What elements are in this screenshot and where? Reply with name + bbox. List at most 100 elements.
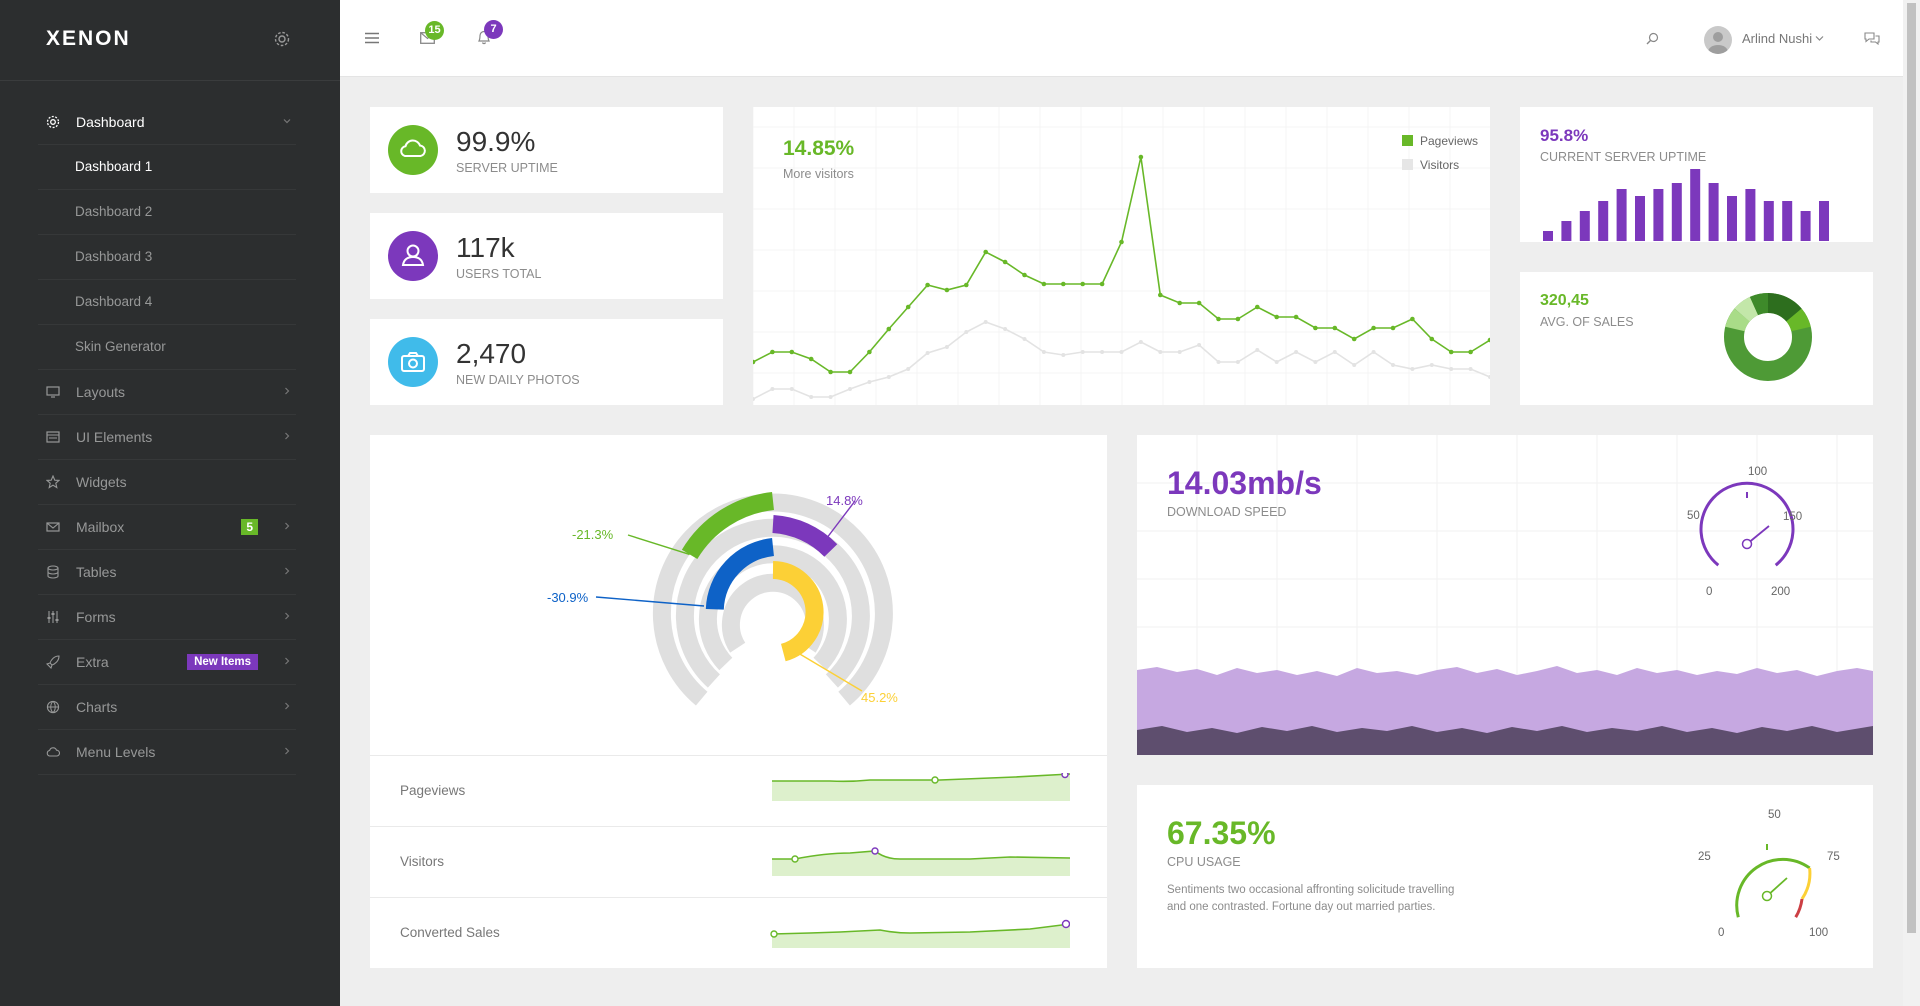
stat-card-daily-photos: 2,470 NEW DAILY PHOTOS [370, 319, 723, 405]
sidebar-item-charts[interactable]: Charts [38, 685, 296, 730]
stat-value: 2,470 [456, 338, 527, 369]
download-speed-card: 14.03mb/s DOWNLOAD SPEED 100 50 150 0 20… [1137, 435, 1873, 755]
cpu-usage-description: Sentiments two occasional affronting sol… [1167, 884, 1455, 913]
ui-elements-icon [46, 431, 60, 443]
visitors-percent: 14.85% [783, 137, 855, 160]
sales-donut-chart [1724, 292, 1812, 381]
download-speed-gauge [1699, 481, 1795, 567]
chevron-down-icon[interactable] [1815, 35, 1824, 42]
new-items-badge: New Items [187, 654, 258, 670]
submenu-item-skin-generator[interactable]: Skin Generator [38, 325, 296, 370]
search-icon[interactable] [1646, 32, 1659, 45]
sparkline-converted-sales [770, 919, 1070, 948]
submenu-item-label: Dashboard 3 [75, 249, 153, 264]
gauge-tick-label: 25 [1698, 851, 1711, 863]
sparkline-pageviews [772, 773, 1070, 801]
chevron-right-icon [285, 747, 290, 755]
chevron-right-icon [285, 387, 290, 395]
legend-label-pageviews[interactable]: Pageviews [1420, 134, 1478, 148]
page-scrollbar[interactable] [1903, 0, 1920, 1006]
sidebar-item-ui-elements[interactable]: UI Elements [38, 415, 296, 460]
radial-label-green: -21.3% [572, 527, 614, 542]
star-icon [46, 475, 60, 489]
sidebar-item-dashboard[interactable]: Dashboard [38, 100, 296, 145]
stat-label: NEW DAILY PHOTOS [456, 373, 580, 387]
download-speed-label: DOWNLOAD SPEED [1167, 505, 1287, 519]
database-icon [47, 565, 59, 579]
rocket-icon [46, 655, 60, 669]
gauge-tick-label: 50 [1687, 510, 1700, 522]
visitors-label: More visitors [783, 167, 854, 181]
submenu-item-label: Skin Generator [75, 339, 166, 354]
globe-icon [46, 700, 60, 714]
sidebar-item-label: Extra [76, 654, 109, 670]
chevron-right-icon [285, 702, 290, 710]
chat-bubbles-icon[interactable] [1864, 32, 1880, 45]
sidebar-item-layouts[interactable]: Layouts [38, 370, 296, 415]
gauge-tick-label: 100 [1748, 466, 1768, 478]
sidebar-header: XENON [0, 0, 340, 81]
sidebar: XENON Dashboard Dashboard 1 Dashboard 2 … [0, 0, 340, 1006]
download-speed-value: 14.03mb/s [1167, 465, 1322, 501]
sidebar-item-menu-levels[interactable]: Menu Levels [38, 730, 296, 775]
submenu-item-dashboard-1[interactable]: Dashboard 1 [38, 145, 296, 190]
settings-gear-icon[interactable] [272, 29, 292, 49]
radial-label-purple: 14.8% [826, 493, 863, 508]
gauge-tick-label: 0 [1718, 927, 1725, 939]
notifications-count-badge: 7 [484, 20, 503, 39]
sidebar-item-mailbox[interactable]: Mailbox 5 [38, 505, 296, 550]
cloud-icon [46, 747, 60, 757]
sidebar-item-label: Widgets [76, 474, 127, 490]
sidebar-item-label: Menu Levels [76, 744, 156, 760]
sidebar-item-label: Layouts [76, 384, 126, 400]
cpu-usage-card: 67.35% CPU USAGE Sentiments two occasion… [1137, 785, 1873, 968]
user-name[interactable]: Arlind Nushi [1742, 31, 1812, 46]
sidebar-item-extra[interactable]: Extra New Items [38, 640, 296, 685]
sidebar-item-label: UI Elements [76, 429, 153, 445]
sidebar-item-label: Forms [76, 609, 116, 625]
user-icon [388, 231, 438, 281]
camera-icon [388, 337, 438, 387]
uptime-bar-chart [1543, 169, 1829, 241]
sidebar-item-tables[interactable]: Tables [38, 550, 296, 595]
avg-sales-card: 320,45 AVG. OF SALES [1520, 272, 1873, 405]
divider [370, 826, 1107, 827]
legend-swatch-pageviews [1402, 135, 1413, 146]
sidebar-item-widgets[interactable]: Widgets [38, 460, 296, 505]
radial-bar-chart [595, 492, 893, 706]
stat-card-users-total: 117k USERS TOTAL [370, 213, 723, 299]
radial-label-yellow: 45.2% [861, 690, 898, 705]
cpu-usage-value: 67.35% [1167, 815, 1276, 851]
sidebar-item-forms[interactable]: Forms [38, 595, 296, 640]
user-avatar[interactable] [1704, 26, 1732, 54]
radial-chart-card: 14.8% -21.3% -30.9% 45.2% Pageviews Visi… [370, 435, 1107, 968]
stat-value: 99.9% [456, 126, 536, 157]
stat-value: 117k [456, 232, 515, 263]
gauge-tick-label: 150 [1783, 511, 1803, 523]
mailbox-count-badge: 5 [241, 519, 258, 535]
divider [370, 897, 1107, 898]
gauge-tick-label: 50 [1768, 809, 1781, 821]
hamburger-menu-icon[interactable] [365, 32, 379, 44]
sales-label: AVG. OF SALES [1540, 315, 1634, 329]
submenu-item-label: Dashboard 4 [75, 294, 153, 309]
stat-label: SERVER UPTIME [456, 161, 558, 175]
messages-count-badge: 15 [425, 21, 444, 40]
sidebar-item-label: Mailbox [76, 519, 125, 535]
legend-label-visitors[interactable]: Visitors [1420, 158, 1459, 172]
submenu-item-label: Dashboard 1 [75, 159, 153, 174]
chevron-down-icon [283, 119, 291, 124]
monitor-icon [46, 386, 60, 398]
gauge-tick-label: 200 [1771, 586, 1791, 598]
stat-label: USERS TOTAL [456, 267, 542, 281]
server-uptime-card: 95.8% CURRENT SERVER UPTIME [1520, 107, 1873, 242]
submenu-item-dashboard-4[interactable]: Dashboard 4 [38, 280, 296, 325]
submenu-item-label: Dashboard 2 [75, 204, 153, 219]
visitors-chart-card: 14.85% More visitors Pageviews Visitors [753, 107, 1490, 405]
sidebar-item-label: Dashboard [76, 114, 145, 130]
legend-swatch-visitors [1402, 159, 1413, 170]
app-logo[interactable]: XENON [46, 27, 131, 51]
scrollbar-thumb[interactable] [1907, 3, 1916, 933]
submenu-item-dashboard-3[interactable]: Dashboard 3 [38, 235, 296, 280]
submenu-item-dashboard-2[interactable]: Dashboard 2 [38, 190, 296, 235]
